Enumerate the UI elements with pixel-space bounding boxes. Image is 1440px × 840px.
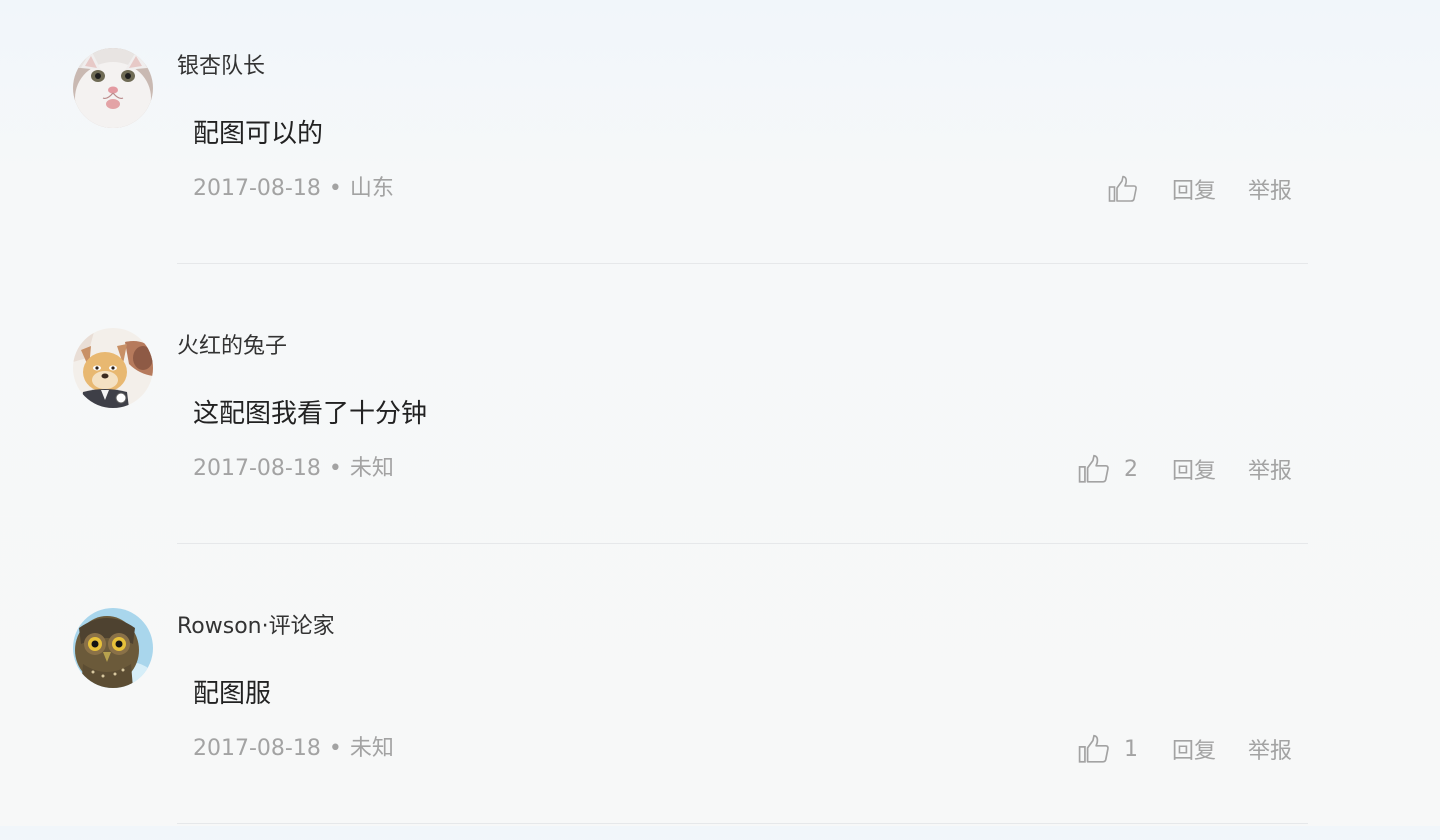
white-cat-avatar-icon <box>73 48 153 128</box>
divider <box>177 263 1308 264</box>
report-button[interactable]: 举报 <box>1248 453 1292 485</box>
comment-location: 未知 <box>349 736 394 761</box>
meta-separator: • <box>328 456 342 481</box>
owl-avatar-icon <box>73 608 153 688</box>
comment-item: 银杏队长 配图可以的 2017-08-18 • 山东 回复 举报 <box>0 0 1440 280</box>
thumbs-up-icon <box>1078 734 1109 763</box>
username[interactable]: 火红的兔子 <box>177 332 287 362</box>
reply-button[interactable]: 回复 <box>1172 173 1216 205</box>
comment-location: 山东 <box>349 176 394 201</box>
comment-date: 2017-08-18 <box>193 736 321 761</box>
comment-meta: 2017-08-18 • 未知 <box>193 454 394 484</box>
divider <box>177 823 1308 824</box>
cartoon-dog-avatar-icon <box>73 328 153 408</box>
comment-location: 未知 <box>349 456 394 481</box>
comment-date: 2017-08-18 <box>193 456 321 481</box>
like-button[interactable] <box>1108 175 1138 203</box>
comment-meta: 2017-08-18 • 未知 <box>193 734 394 764</box>
username[interactable]: 银杏队长 <box>177 52 265 82</box>
comment-actions: 2 回复 举报 <box>1078 452 1292 486</box>
comment-actions: 1 回复 举报 <box>1078 732 1292 766</box>
meta-separator: • <box>328 736 342 761</box>
comment-actions: 回复 举报 <box>1108 172 1292 206</box>
meta-separator: • <box>328 176 342 201</box>
like-button[interactable]: 2 <box>1078 454 1138 484</box>
divider <box>177 543 1308 544</box>
thumbs-up-icon <box>1108 175 1137 202</box>
reply-button[interactable]: 回复 <box>1172 733 1216 765</box>
comment-list: 银杏队长 配图可以的 2017-08-18 • 山东 回复 举报 火红的兔子 这… <box>0 0 1440 826</box>
comment-item: Rowson·评论家 配图服 2017-08-18 • 未知 1 回复 举报 <box>0 560 1440 840</box>
username[interactable]: Rowson·评论家 <box>177 612 335 642</box>
comment-text: 这配图我看了十分钟 <box>193 399 428 429</box>
like-button[interactable]: 1 <box>1078 734 1138 764</box>
comment-item: 火红的兔子 这配图我看了十分钟 2017-08-18 • 未知 2 回复 举报 <box>0 280 1440 560</box>
thumbs-up-icon <box>1078 454 1109 483</box>
reply-button[interactable]: 回复 <box>1172 453 1216 485</box>
comment-date: 2017-08-18 <box>193 176 321 201</box>
avatar[interactable] <box>73 328 153 408</box>
comment-text: 配图服 <box>193 679 272 709</box>
like-count: 1 <box>1123 736 1138 762</box>
report-button[interactable]: 举报 <box>1248 173 1292 205</box>
avatar[interactable] <box>73 608 153 688</box>
comment-meta: 2017-08-18 • 山东 <box>193 174 394 204</box>
like-count: 2 <box>1123 456 1138 482</box>
comment-text: 配图可以的 <box>193 119 324 149</box>
avatar[interactable] <box>73 48 153 128</box>
report-button[interactable]: 举报 <box>1248 733 1292 765</box>
